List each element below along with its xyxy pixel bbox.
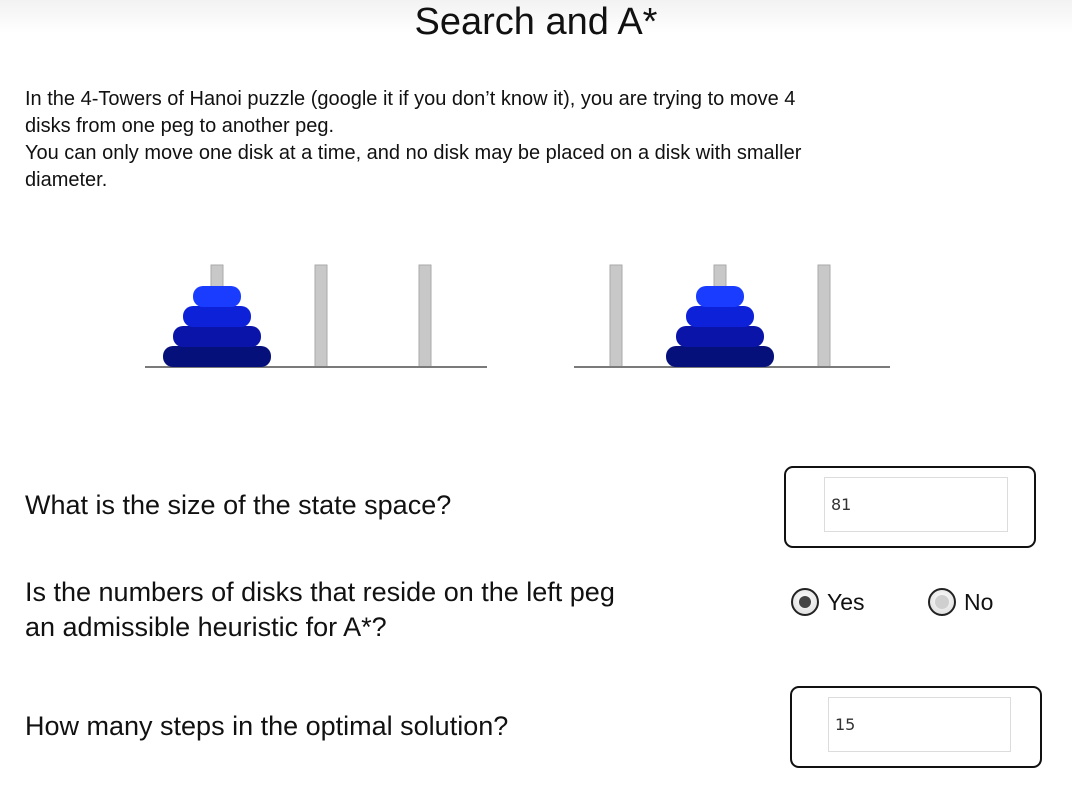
radio-yes-label: Yes [827,588,865,615]
state-space-answer-input[interactable] [824,477,1008,532]
disk-2 [686,306,754,327]
disk-1 [696,286,744,307]
disk-3 [173,326,261,347]
radio-option-yes[interactable]: Yes [791,588,865,616]
peg-3 [418,264,432,368]
hanoi-goal-svg [574,264,890,368]
hanoi-goal-state [574,255,890,371]
page-title: Search and A* [0,0,1072,56]
intro-line-3: You can only move one disk at a time, an… [25,142,802,164]
peg-1 [609,264,623,368]
disk-2 [183,306,251,327]
disk-3 [676,326,764,347]
radio-no-button[interactable] [928,588,956,616]
intro-line-4: diameter. [25,169,108,191]
radio-unselected-dot [935,595,949,609]
question-heuristic: Is the numbers of disks that reside on t… [25,575,745,645]
peg-3 [817,264,831,368]
radio-option-no[interactable]: No [928,588,993,616]
radio-no-label: No [964,588,994,615]
intro-line-2: disks from one peg to another peg. [25,115,335,137]
hanoi-start-svg [145,264,487,368]
hanoi-start-state [145,255,487,371]
peg-2 [314,264,328,368]
question-state-space: What is the size of the state space? [25,490,452,520]
question-heuristic-line-2: an admissible heuristic for A*? [25,612,387,642]
question-optimal-steps: How many steps in the optimal solution? [25,711,509,741]
disk-1 [193,286,241,307]
question-heuristic-line-1: Is the numbers of disks that reside on t… [25,577,615,607]
radio-yes-button[interactable] [791,588,819,616]
radio-selected-dot [799,596,811,608]
disk-4 [666,346,774,367]
disk-4 [163,346,271,367]
optimal-steps-answer-input[interactable] [828,697,1011,752]
intro-line-1: In the 4-Towers of Hanoi puzzle (google … [25,88,796,110]
